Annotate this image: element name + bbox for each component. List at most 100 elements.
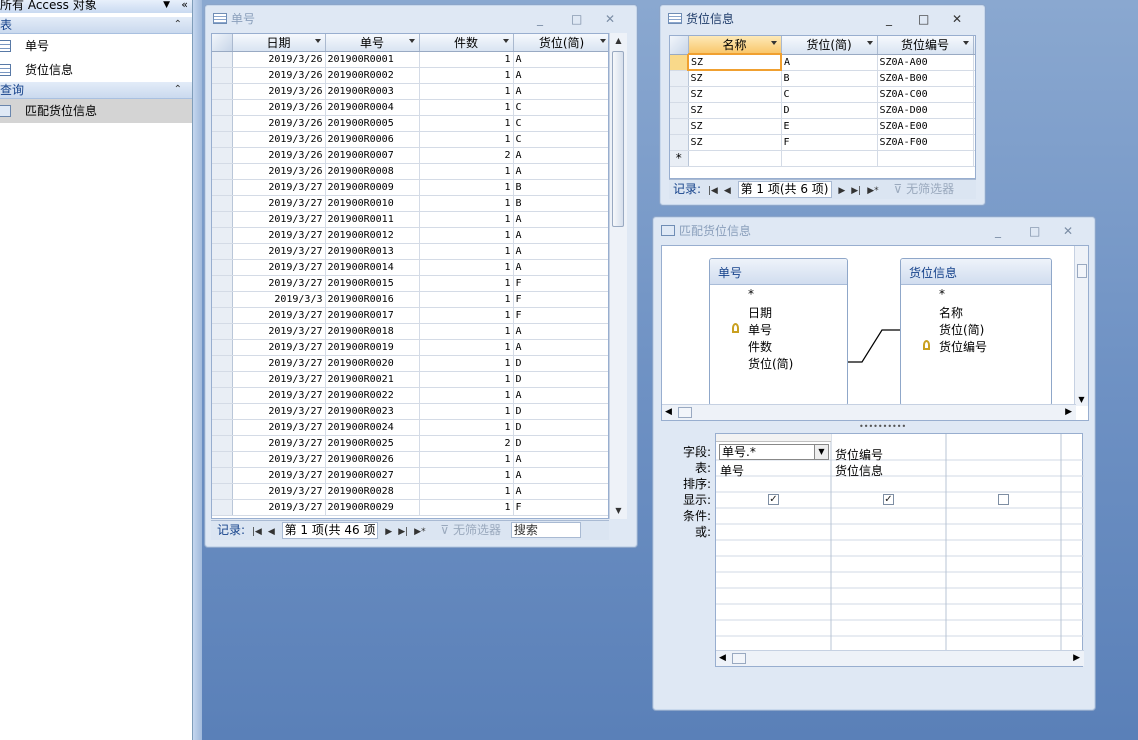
- row-selector[interactable]: [670, 134, 689, 151]
- cell[interactable]: D: [513, 371, 608, 388]
- cell[interactable]: 2019/3/26: [232, 115, 326, 132]
- no-filter-button[interactable]: ⊽ 无筛选器: [893, 182, 954, 196]
- table-row[interactable]: 2019/3/27 201900R0026 1 A: [212, 451, 608, 468]
- previous-record-icon[interactable]: ◀: [268, 523, 275, 542]
- table-row[interactable]: 2019/3/27 201900R0028 1 A: [212, 483, 608, 500]
- cell[interactable]: 1: [419, 419, 514, 436]
- nav-menu-dropdown-icon[interactable]: ▼: [163, 0, 170, 11]
- cell[interactable]: 201900R0011: [325, 211, 420, 228]
- table-row[interactable]: 2019/3/27 201900R0012 1 A: [212, 227, 608, 244]
- last-record-icon[interactable]: ▶|: [398, 523, 408, 542]
- cell[interactable]: [973, 86, 975, 103]
- cell[interactable]: 2019/3/26: [232, 131, 326, 148]
- cell[interactable]: SZ: [688, 118, 782, 135]
- row-selector[interactable]: [212, 355, 233, 372]
- table-row[interactable]: 2019/3/27 201900R0024 1 D: [212, 419, 608, 436]
- row-selector[interactable]: [212, 499, 233, 516]
- cell[interactable]: 201900R0016: [325, 291, 420, 308]
- table-row[interactable]: 2019/3/27 201900R0020 1 D: [212, 355, 608, 372]
- cell[interactable]: 2019/3/27: [232, 467, 326, 484]
- table-row[interactable]: 2019/3/27 201900R0011 1 A: [212, 211, 608, 228]
- new-record-icon[interactable]: ▶*: [414, 523, 425, 542]
- cell[interactable]: 2: [419, 147, 514, 164]
- table-row[interactable]: SZ D SZ0A-D00: [670, 102, 975, 119]
- cell[interactable]: 1: [419, 211, 514, 228]
- row-selector[interactable]: [670, 70, 689, 87]
- cell[interactable]: 1: [419, 371, 514, 388]
- cell[interactable]: 201900R0026: [325, 451, 420, 468]
- cell[interactable]: 1: [419, 307, 514, 324]
- show-checkbox[interactable]: [998, 494, 1009, 505]
- column-selector[interactable]: [716, 434, 831, 442]
- cell[interactable]: SZ: [687, 53, 782, 71]
- row-selector[interactable]: [670, 102, 689, 119]
- cell[interactable]: 2019/3/27: [232, 419, 326, 436]
- table-row[interactable]: 2019/3/26 201900R0007 2 A: [212, 147, 608, 164]
- table-row[interactable]: 2019/3/27 201900R0025 2 D: [212, 435, 608, 452]
- scroll-left-icon[interactable]: ◀: [719, 653, 726, 663]
- row-selector[interactable]: [212, 131, 233, 148]
- cell[interactable]: 2019/3/27: [232, 435, 326, 452]
- cell[interactable]: 1: [419, 387, 514, 404]
- chevron-up-icon[interactable]: ⌃: [174, 82, 182, 98]
- table-row[interactable]: 2019/3/27 201900R0027 1 A: [212, 467, 608, 484]
- collapse-pane-icon[interactable]: «: [181, 0, 188, 10]
- cell[interactable]: A: [513, 243, 608, 260]
- cell[interactable]: 1: [419, 499, 514, 516]
- cell[interactable]: 2019/3/3: [232, 291, 326, 308]
- table-row[interactable]: SZ C SZ0A-C00: [670, 86, 975, 103]
- sort-filter-dropdown-icon[interactable]: [962, 41, 969, 45]
- sort-filter-dropdown-icon[interactable]: [770, 41, 777, 45]
- cell[interactable]: B: [513, 179, 608, 196]
- cell[interactable]: 201900R0005: [325, 115, 420, 132]
- table-row[interactable]: 2019/3/27 201900R0023 1 D: [212, 403, 608, 420]
- cell[interactable]: A: [513, 51, 608, 68]
- row-selector[interactable]: [212, 275, 233, 292]
- cell[interactable]: C: [513, 115, 608, 132]
- cell[interactable]: SZ: [688, 86, 782, 103]
- nav-pane-splitter[interactable]: [193, 0, 202, 740]
- cell[interactable]: 201900R0022: [325, 387, 420, 404]
- row-selector[interactable]: [212, 83, 233, 100]
- window-titlebar[interactable]: 货位信息 _ □ ✕: [660, 5, 985, 33]
- cell[interactable]: [973, 70, 975, 87]
- row-selector[interactable]: [212, 419, 233, 436]
- row-selector[interactable]: [670, 54, 689, 71]
- scroll-down-icon[interactable]: ▼: [1075, 395, 1088, 404]
- cell[interactable]: 2019/3/26: [232, 99, 326, 116]
- cell[interactable]: 201900R0021: [325, 371, 420, 388]
- cell[interactable]: E: [781, 118, 878, 135]
- cell[interactable]: A: [513, 67, 608, 84]
- join-line[interactable]: [662, 246, 1090, 422]
- cell[interactable]: 2019/3/27: [232, 195, 326, 212]
- cell[interactable]: 2019/3/27: [232, 483, 326, 500]
- cell[interactable]: 2019/3/27: [232, 211, 326, 228]
- cell[interactable]: 1: [419, 467, 514, 484]
- scroll-left-icon[interactable]: ◀: [665, 407, 672, 417]
- cell[interactable]: 1: [419, 291, 514, 308]
- cell[interactable]: D: [781, 102, 878, 119]
- cell[interactable]: SZ0A-C00: [877, 86, 974, 103]
- row-selector[interactable]: [212, 339, 233, 356]
- maximize-icon[interactable]: □: [1029, 217, 1040, 245]
- cell[interactable]: 201900R0029: [325, 499, 420, 516]
- cell[interactable]: 2019/3/27: [232, 179, 326, 196]
- cell[interactable]: 2019/3/27: [232, 451, 326, 468]
- cell[interactable]: 201900R0009: [325, 179, 420, 196]
- next-record-icon[interactable]: ▶: [838, 182, 845, 201]
- cell[interactable]: 201900R0013: [325, 243, 420, 260]
- search-input[interactable]: 搜索: [510, 522, 581, 538]
- vertical-scrollbar[interactable]: ▲ ▼: [609, 33, 627, 519]
- cell[interactable]: 201900R0018: [325, 323, 420, 340]
- sort-filter-dropdown-icon[interactable]: [599, 39, 606, 43]
- table-row[interactable]: 2019/3/27 201900R0029 1 F: [212, 499, 608, 516]
- cell[interactable]: [973, 118, 975, 135]
- table-row[interactable]: SZ E SZ0A-E00: [670, 118, 975, 135]
- table-row[interactable]: 2019/3/27 201900R0021 1 D: [212, 371, 608, 388]
- minimize-icon[interactable]: _: [537, 5, 543, 33]
- cell[interactable]: A: [513, 211, 608, 228]
- row-selector[interactable]: [212, 179, 233, 196]
- first-record-icon[interactable]: |◀: [252, 523, 262, 542]
- cell[interactable]: 1: [419, 83, 514, 100]
- show-checkbox[interactable]: ✓: [768, 494, 779, 505]
